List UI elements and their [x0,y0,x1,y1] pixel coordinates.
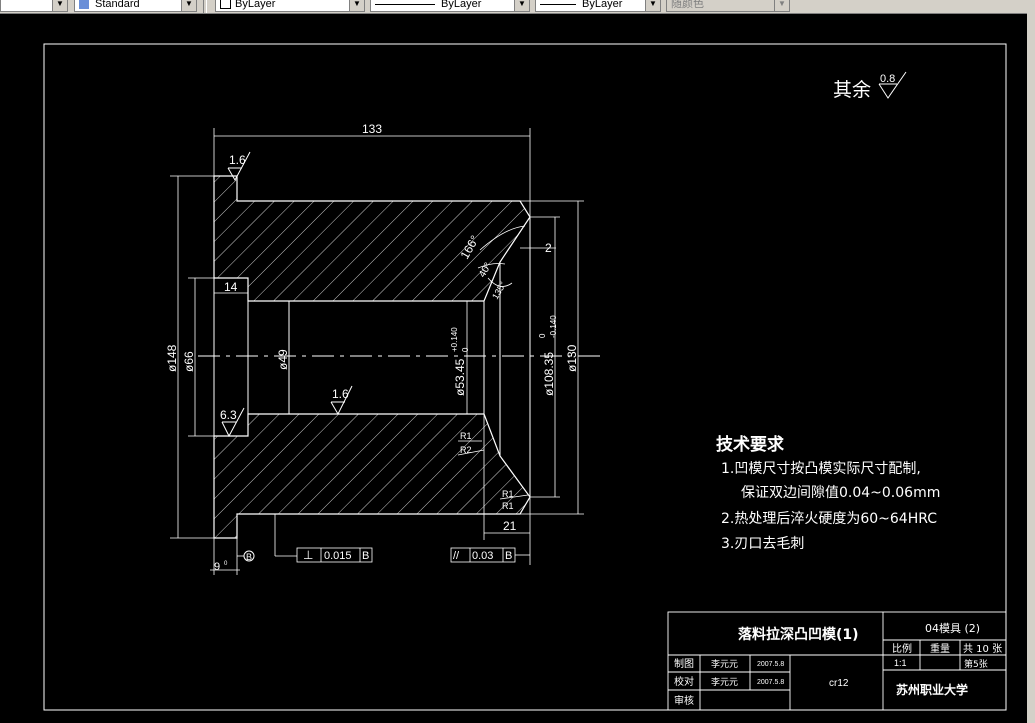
dim-21-label: 21 [503,519,517,533]
dim-dia-53-tol-up: +0.140 [450,327,459,352]
dim-dia-108-label: ø108.35 [542,352,556,396]
material: cr12 [829,678,849,689]
dim-dia-108-tol-up: 0 [538,333,547,338]
datum-label: B [246,552,252,562]
dim-dia-49-label: ø49 [276,349,290,370]
tech-req-item: 保证双边间隙值0.04~0.06mm [741,485,940,501]
tech-req-item: 2.热处理后淬火硬度为60~64HRC [721,511,937,527]
gdt-1-datum: B [362,550,369,562]
tech-req-title: 技术要求 [716,434,784,455]
dim-2-label: 2 [545,241,552,255]
drawing-canvas[interactable]: 其余 0.8 133 1.6 ø148 ø66 14 ø49 1.6 6.3 ø… [0,0,1027,723]
roughness-left-label: 6.3 [220,408,237,422]
gdt-2-datum: B [505,550,512,562]
dim-dia-130-label: ø130 [565,344,579,372]
sheets-total: 共 10 张 [963,643,1002,655]
vertical-scrollbar[interactable] [1027,13,1035,723]
dim-dia-108-tol-low: -0.140 [549,315,558,338]
sheet-no: 第5张 [964,658,988,670]
dim-dia-66-label: ø66 [182,351,196,372]
gdt-1-symbol: ⊥ [303,548,313,562]
surface-finish-note: 其余 [833,79,871,101]
part-name: 落料拉深凸凹模(1) [738,626,859,643]
roughness-bore-label: 1.6 [332,387,349,401]
roughness-top-label: 1.6 [229,153,246,167]
dim-9-label: 9 [214,561,220,573]
dim-14-label: 14 [224,280,238,294]
sheet-border [43,43,1007,711]
gdt-2-value: 0.03 [472,550,493,562]
tech-req-item: 3.刃口去毛刺 [721,536,804,552]
checked-date: 2007.5.8 [757,679,784,686]
radius-r1-label: R1 [460,431,472,441]
drawing-no: 04模具 (2) [925,622,980,635]
checked-name: 李元元 [711,676,738,688]
drawn-date: 2007.5.8 [757,661,784,668]
gdt-2-symbol: // [453,550,460,562]
drawn-label: 制图 [674,657,694,670]
weight-label: 重量 [930,642,950,655]
dim-dia-53-tol-low: 0 [461,347,470,352]
review-label: 审核 [674,694,694,707]
dim-dia-53-label: ø53.45 [453,358,467,396]
drawn-name: 李元元 [711,658,738,670]
part-section [213,175,531,539]
gdt-1-value: 0.015 [324,550,352,562]
checked-label: 校对 [674,675,694,688]
scale-label: 比例 [892,642,912,655]
surface-finish-value: 0.8 [880,73,895,85]
school-name: 苏州职业大学 [896,682,968,697]
tech-req-item: 1.凹模尺寸按凸模实际尺寸配制, [721,461,921,477]
dim-9-tol: 0 [224,561,228,567]
dim-133-label: 133 [362,122,382,136]
dim-dia-148-label: ø148 [165,344,179,372]
scale-value: 1:1 [894,658,907,668]
radius-r1c-label: R1 [502,501,514,511]
